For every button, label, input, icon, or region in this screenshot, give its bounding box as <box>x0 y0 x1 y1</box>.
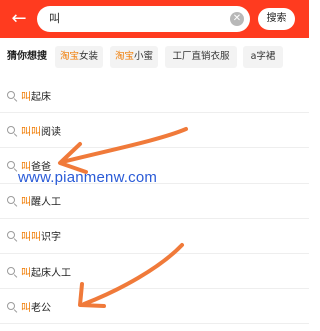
suggestion-list: 叫起床 叫叫阅读 叫爸爸 叫醒人工 叫叫识字 叫起床人工 叫老公 <box>0 78 309 325</box>
guess-chip[interactable]: 淘宝小蜜 <box>110 46 158 68</box>
back-arrow-icon[interactable]: ← <box>9 9 29 29</box>
suggestion-item[interactable]: 叫老公 <box>0 289 309 325</box>
search-box[interactable]: ✕ <box>37 6 250 32</box>
suggestion-item[interactable]: 叫叫识字 <box>0 219 309 254</box>
search-icon <box>7 266 18 278</box>
search-icon <box>7 301 18 313</box>
suggestion-text: 叫叫阅读 <box>21 126 61 138</box>
chip-text: a字裙 <box>250 51 276 62</box>
search-button[interactable]: 搜索 <box>258 8 295 30</box>
suggestion-item[interactable]: 叫叫阅读 <box>0 113 309 149</box>
search-icon <box>7 231 18 243</box>
suggestion-text: 叫老公 <box>21 302 51 314</box>
clear-search-icon[interactable]: ✕ <box>230 12 244 26</box>
chip-text: 工厂直销衣服 <box>172 51 230 62</box>
search-icon <box>7 90 18 102</box>
chip-text: 女装 <box>79 51 99 62</box>
search-header: ← ✕ 搜索 <box>0 0 309 38</box>
guess-label: 猜你想搜 <box>7 51 47 62</box>
suggestion-text: 叫醒人工 <box>21 197 61 209</box>
chip-brand: 淘宝 <box>59 51 79 62</box>
suggestion-item[interactable]: 叫起床 <box>0 78 309 114</box>
chip-text: 小蜜 <box>134 51 154 62</box>
watermark-text: www.pianmenw.com <box>18 169 158 186</box>
chip-brand: 淘宝 <box>114 51 134 62</box>
suggestion-text: 叫起床人工 <box>21 267 71 279</box>
suggestion-text: 叫叫识字 <box>21 232 61 244</box>
suggestion-item[interactable]: 叫起床人工 <box>0 254 309 290</box>
search-icon <box>7 125 18 137</box>
guess-chip[interactable]: 淘宝女装 <box>55 46 103 68</box>
search-icon <box>7 196 18 208</box>
suggestion-item[interactable]: 叫醒人工 <box>0 184 309 219</box>
guess-chip[interactable]: 工厂直销衣服 <box>165 46 237 68</box>
guess-you-want-row: 猜你想搜 淘宝女装 淘宝小蜜 工厂直销衣服 a字裙 <box>0 44 309 70</box>
suggestion-text: 叫起床 <box>21 91 51 103</box>
search-input[interactable] <box>49 6 219 32</box>
guess-chip[interactable]: a字裙 <box>243 46 283 68</box>
search-icon <box>7 160 18 172</box>
